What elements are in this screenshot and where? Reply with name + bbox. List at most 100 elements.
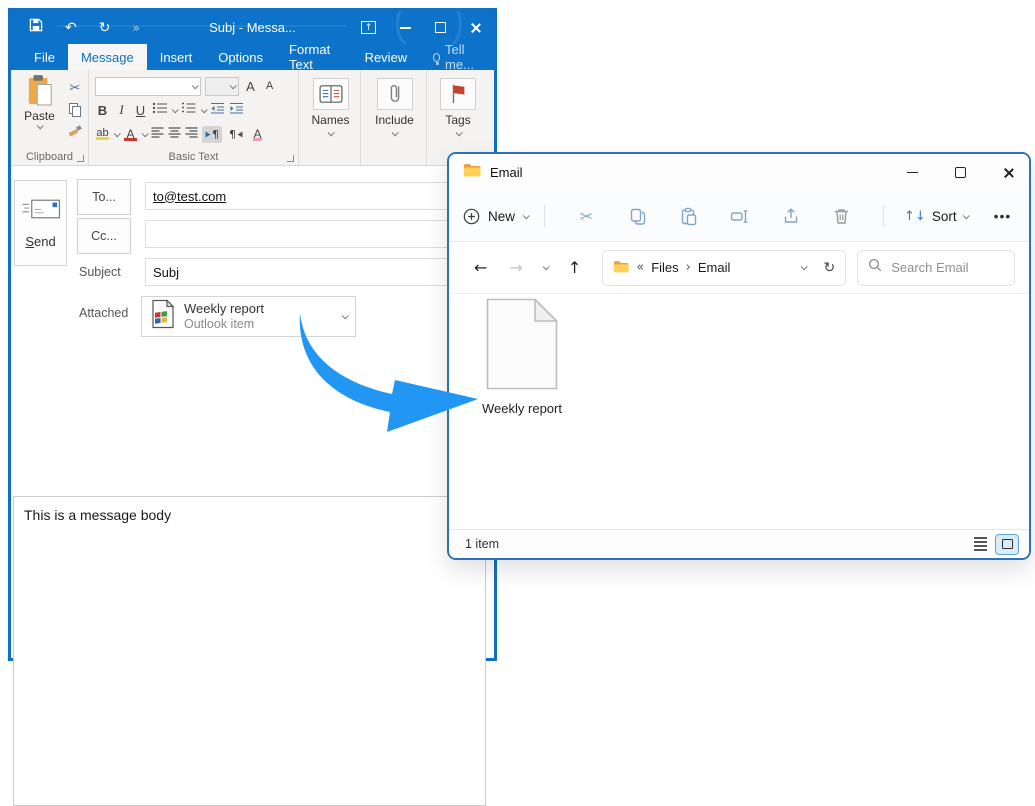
to-button[interactable]: To... [77,179,131,215]
file-name-label: Weekly report [482,401,562,416]
explorer-window-controls [907,167,1015,179]
format-painter-icon[interactable] [66,122,84,138]
highlight-button[interactable]: ab [95,128,110,140]
delete-icon[interactable] [830,204,854,228]
details-view-icon[interactable] [974,537,987,551]
up-icon[interactable]: ↑ [568,258,581,277]
subject-field[interactable]: Subj [145,258,486,286]
tab-format-text[interactable]: Format Text [276,44,352,70]
basic-text-group-label: Basic Text [89,151,298,163]
numbering-dropdown-icon[interactable] [201,106,208,113]
tab-tell-me[interactable]: Tell me... [420,44,494,70]
tab-options[interactable]: Options [205,44,276,70]
basic-text-dialog-launcher-icon[interactable] [287,155,294,162]
send-button[interactable]: Send [14,180,67,266]
to-field[interactable]: to@test.com [145,182,486,210]
eraser-icon [252,138,262,141]
forward-icon[interactable]: → [509,258,522,277]
names-button[interactable]: Names [305,74,356,150]
tab-insert[interactable]: Insert [147,44,206,70]
copy-icon[interactable] [626,204,650,228]
cc-button[interactable]: Cc... [77,218,131,254]
names-group: Names [299,70,361,165]
maximize-icon[interactable] [955,167,966,178]
ribbon: Paste ✂ Clipboard A A [11,70,494,166]
tab-message[interactable]: Message [68,44,147,70]
paste-label: Paste [24,109,55,123]
align-left-icon[interactable] [151,125,164,143]
paste-button[interactable]: Paste [17,74,62,142]
redo-icon[interactable]: ↻ [99,20,111,36]
cut-icon[interactable]: ✂ [575,204,599,228]
explorer-window-title: Email [490,165,523,180]
breadcrumb-email[interactable]: Email [698,260,731,275]
breadcrumb-prefix: « [636,260,644,275]
font-color-dropdown-icon[interactable] [142,130,149,137]
minimize-icon[interactable] [907,172,918,174]
font-name-combo[interactable] [95,77,201,96]
recent-locations-icon[interactable] [542,263,549,270]
align-right-icon[interactable] [185,125,198,143]
cut-icon[interactable]: ✂ [66,80,84,96]
names-label: Names [311,113,349,127]
ltr-direction-button[interactable]: ¶ [202,126,222,143]
message-body[interactable]: This is a message body [13,496,486,806]
maximize-icon[interactable] [435,22,446,33]
decrease-indent-icon[interactable] [210,101,225,119]
search-box[interactable] [857,250,1015,286]
undo-icon[interactable]: ↶ [65,20,77,36]
clipboard-dialog-launcher-icon[interactable] [77,155,84,162]
tags-group: Tags [427,70,487,165]
bullet-list-icon[interactable] [152,101,168,119]
search-input[interactable] [891,260,1004,275]
sort-button[interactable]: ↑↓ Sort [904,209,968,224]
outlook-window-controls: ↑ [361,21,482,34]
tab-review[interactable]: Review [352,44,421,70]
clear-formatting-button[interactable]: A [250,128,265,141]
paste-icon[interactable] [677,204,701,228]
underline-button[interactable]: U [133,103,148,118]
attachment-dropdown-icon[interactable] [342,312,349,319]
font-size-combo[interactable] [205,77,239,96]
numbered-list-icon[interactable] [181,101,197,119]
share-icon[interactable] [779,204,803,228]
shrink-font-button[interactable]: A [262,81,277,92]
include-button[interactable]: Include [369,74,421,150]
minimize-icon[interactable] [400,27,411,29]
close-icon[interactable] [470,22,482,34]
font-color-button[interactable]: A [123,128,138,141]
align-center-icon[interactable] [168,125,181,143]
tags-dropdown-icon [455,129,462,136]
new-button[interactable]: New [463,208,528,225]
save-icon[interactable] [29,18,43,37]
paste-dropdown-icon [37,122,44,129]
highlight-dropdown-icon[interactable] [114,130,121,137]
attachment-name: Weekly report [184,301,264,317]
bullet-dropdown-icon[interactable] [172,106,179,113]
rename-icon[interactable] [728,204,752,228]
qat-overflow-icon[interactable]: » [132,21,139,35]
file-weekly-report[interactable]: Weekly report [466,298,578,416]
back-icon[interactable]: ← [474,258,487,277]
rtl-direction-button[interactable]: ¶ [226,126,246,143]
cc-field[interactable] [145,220,486,248]
refresh-icon[interactable]: ↻ [823,260,835,276]
breadcrumb-files[interactable]: Files [651,260,678,275]
popout-icon[interactable]: ↑ [361,21,376,34]
large-icons-view-button[interactable] [995,534,1019,555]
commandbar-separator [544,205,545,227]
close-icon[interactable] [1003,167,1015,179]
address-bar[interactable]: « Files › Email ↻ [602,250,846,286]
see-more-icon[interactable]: ••• [994,208,1012,224]
address-dropdown-icon[interactable] [801,263,808,270]
attachment-chip[interactable]: Weekly report Outlook item [141,296,356,337]
tags-button[interactable]: Tags [433,74,483,150]
italic-button[interactable]: I [114,102,129,118]
increase-indent-icon[interactable] [229,101,244,119]
copy-icon[interactable] [66,101,84,117]
bold-button[interactable]: B [95,103,110,118]
tab-file[interactable]: File [21,44,68,70]
clipboard-group: Paste ✂ Clipboard [11,70,89,165]
send-envelope-icon [20,197,62,226]
grow-font-button[interactable]: A [243,80,258,93]
